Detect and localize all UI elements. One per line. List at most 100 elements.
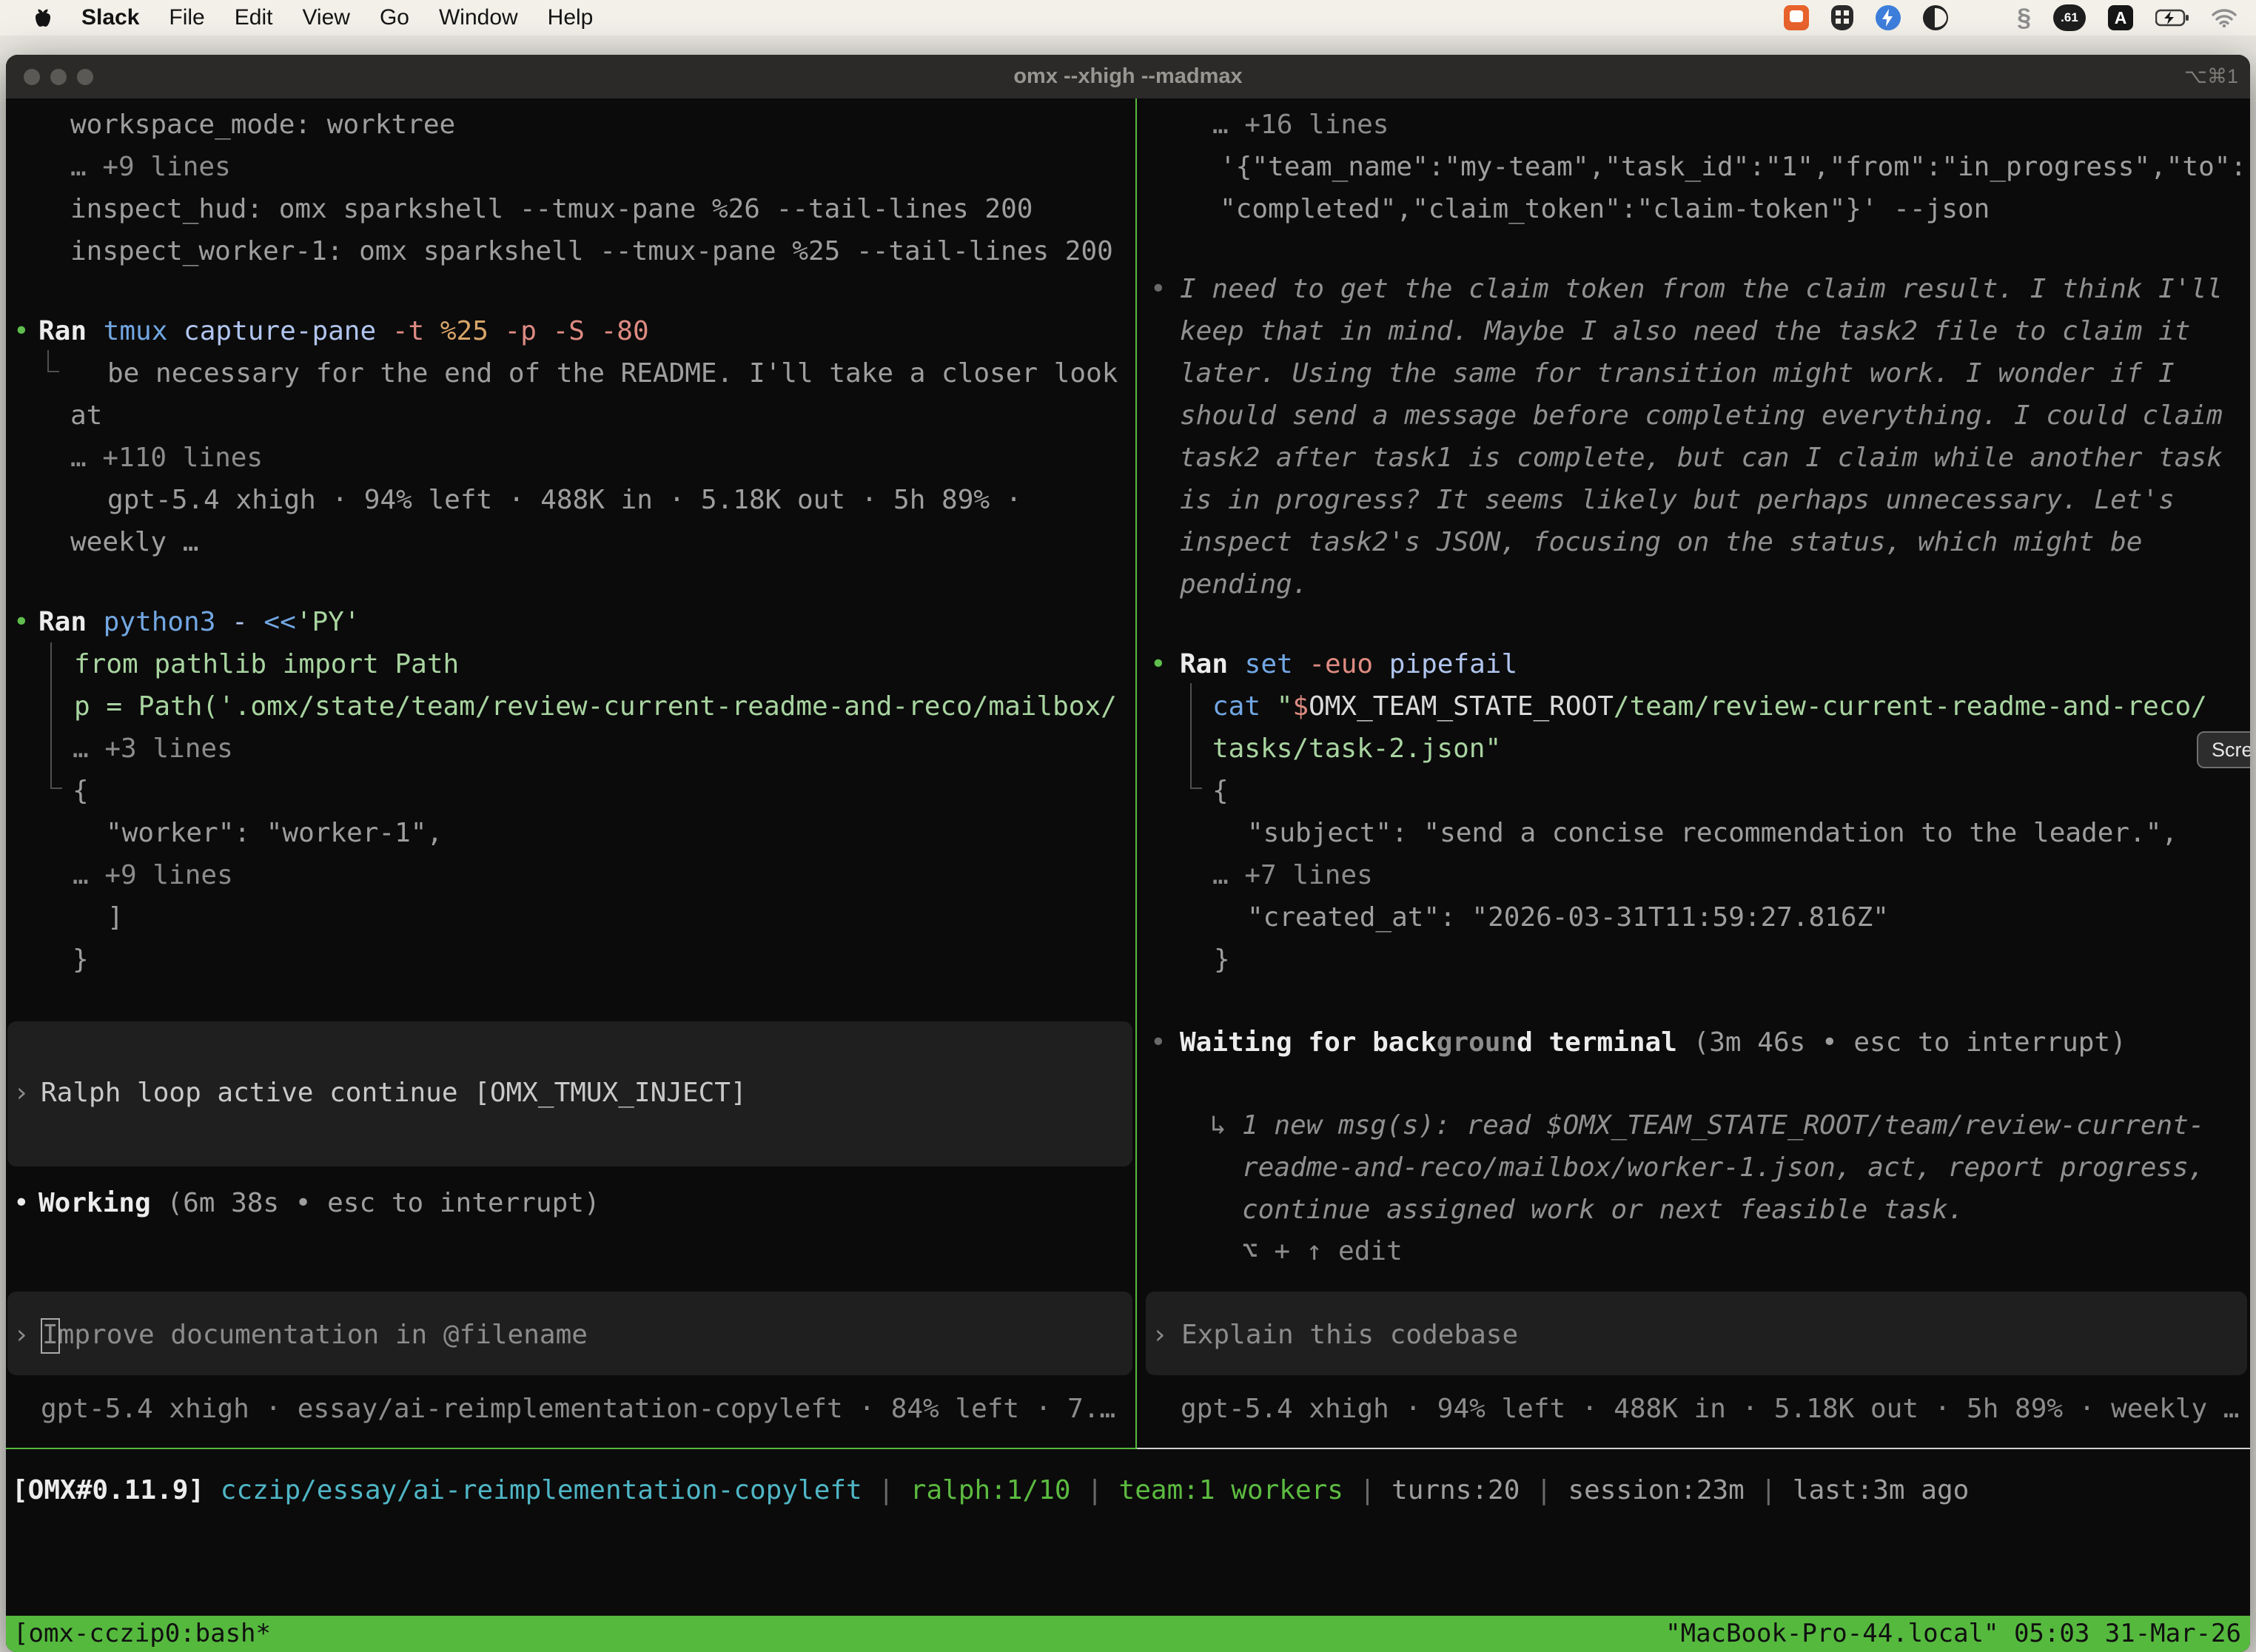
tmux-status-bar: [omx-cczip0:bash* "MacBook-Pro-44.local"… — [6, 1616, 2250, 1652]
wifi-icon[interactable] — [2212, 8, 2237, 27]
prompt-icon: › — [13, 1314, 30, 1356]
output-line: weekly … — [70, 521, 198, 563]
bullet-icon: • — [13, 1188, 30, 1218]
code-line: tasks/task-2.json" — [1212, 728, 1501, 770]
output-connector — [47, 350, 49, 372]
terminal-window: omx --xhigh --madmax ⌥⌘1 workspace_mode:… — [6, 55, 2250, 1652]
code-line: from pathlib import Path — [74, 643, 459, 685]
bullet-icon: • — [1150, 274, 1166, 304]
ran-tmux-command: •Ran tmux capture-pane -t %25 -p -S -80 — [13, 310, 30, 352]
bullet-icon: • — [13, 607, 30, 637]
window-titlebar: omx --xhigh --madmax ⌥⌘1 — [6, 55, 2250, 98]
mailbox-message: ↳1 new msg(s): read $OMX_TEAM_STATE_ROOT… — [1210, 1104, 1226, 1146]
ralph-loop-banner: › Ralph loop active continue [OMX_TMUX_I… — [7, 1021, 1132, 1166]
menu-view[interactable]: View — [302, 5, 349, 30]
code-line: p = Path('.omx/state/team/review-current… — [74, 685, 1117, 728]
prompt-icon: › — [1152, 1314, 1168, 1356]
omx-hud-status: [OMX#0.11.9] cczip/essay/ai-reimplementa… — [12, 1469, 1969, 1511]
session-status-left: gpt-5.4 xhigh · essay/ai-reimplementatio… — [41, 1388, 1115, 1430]
output-connector — [50, 642, 52, 789]
output-line: gpt-5.4 xhigh · 94% left · 488K in · 5.1… — [107, 479, 1021, 521]
menu-go[interactable]: Go — [380, 5, 409, 30]
menu-window[interactable]: Window — [439, 5, 518, 30]
tmux-host-clock: "MacBook-Pro-44.local" 05:03 31-Mar-26 — [1665, 1616, 2241, 1652]
output-line: "subject": "send a concise recommendatio… — [1247, 812, 2178, 854]
window-title: omx --xhigh --madmax — [6, 55, 2250, 98]
ran-python-command: •Ran python3 - <<'PY' — [13, 601, 30, 643]
collapsed-lines: … +16 lines — [1212, 104, 1389, 146]
inactive-pane-border — [1137, 1448, 2250, 1449]
output-line: inspect_hud: omx sparkshell --tmux-pane … — [70, 188, 1033, 230]
session-status-right: gpt-5.4 xhigh · 94% left · 488K in · 5.1… — [1181, 1388, 2239, 1430]
thinking-line: keep that in mind. Maybe I also need the… — [1180, 310, 2190, 352]
working-status: •Working (6m 38s • esc to interrupt) — [13, 1182, 30, 1224]
thinking-paragraph: •I need to get the claim token from the … — [1150, 268, 1166, 310]
tmux-session-name[interactable]: [omx-cczip0:bash* — [13, 1616, 271, 1652]
menu-help[interactable]: Help — [548, 5, 594, 30]
output-line: be necessary for the end of the README. … — [107, 352, 1118, 394]
input-placeholder: Improve documentation in @filename — [42, 1314, 588, 1356]
apple-icon[interactable] — [34, 7, 52, 28]
blue-bolt-icon[interactable] — [1876, 5, 1901, 30]
waiting-status: •Waiting for background terminal (3m 46s… — [1150, 1021, 1166, 1064]
thinking-line: inspect task2's JSON, focusing on the st… — [1180, 521, 2142, 563]
menu-app-name[interactable]: Slack — [81, 5, 139, 30]
pane-divider[interactable] — [1135, 98, 1137, 1449]
terminal-content: workspace_mode: worktree … +9 lines insp… — [6, 98, 2250, 1652]
output-connector — [1190, 683, 1192, 789]
menu-edit[interactable]: Edit — [235, 5, 273, 30]
output-line: "completed","claim_token":"claim-token"}… — [1220, 188, 1990, 230]
dark-crescent-icon[interactable] — [1923, 5, 1948, 30]
text-cursor — [41, 1318, 60, 1354]
output-line: workspace_mode: worktree — [70, 104, 455, 146]
output-connector — [50, 788, 62, 789]
battery-icon[interactable] — [2155, 9, 2189, 27]
thinking-line: later. Using the same for transition mig… — [1180, 352, 2175, 394]
thinking-line: is in progress? It seems likely but perh… — [1180, 479, 2175, 521]
prompt-icon: › — [13, 1072, 30, 1114]
dots-grid-icon[interactable] — [1970, 6, 1995, 30]
output-line: "created_at": "2026-03-31T11:59:27.816Z" — [1247, 896, 1889, 939]
output-line: { — [73, 770, 89, 812]
collapsed-lines: … +9 lines — [73, 854, 233, 896]
output-line: ] — [107, 896, 124, 939]
output-line: "worker": "worker-1", — [106, 812, 443, 854]
collapsed-lines: … +7 lines — [1212, 854, 1373, 896]
bullet-icon: • — [1150, 649, 1166, 679]
mailbox-message-line: readme-and-reco/mailbox/worker-1.json, a… — [1242, 1146, 2204, 1189]
output-line: inspect_worker-1: omx sparkshell --tmux-… — [70, 230, 1113, 272]
menu-bar: Slack File Edit View Go Window Help § .6… — [0, 0, 2256, 36]
shield-grid-icon[interactable] — [1831, 5, 1853, 30]
collapsed-lines: … +3 lines — [73, 728, 233, 770]
collapsed-lines: … +110 lines — [70, 437, 263, 479]
output-line: { — [1212, 770, 1229, 812]
chat-app-icon[interactable] — [1784, 5, 1809, 30]
keychain-icon[interactable]: § — [2017, 4, 2031, 33]
output-connector — [47, 371, 59, 372]
ran-set-command: •Ran set -euo pipefail — [1150, 643, 1166, 685]
active-pane-border — [6, 1448, 1135, 1449]
output-line: '{"team_name":"my-team","task_id":"1","f… — [1220, 146, 2246, 188]
thinking-line: should send a message before completing … — [1180, 394, 2223, 437]
output-line: } — [1214, 939, 1230, 981]
thinking-line: task2 after task1 is complete, but can I… — [1180, 437, 2223, 479]
collapsed-lines: … +9 lines — [70, 146, 231, 188]
window-shortcut: ⌥⌘1 — [2184, 55, 2238, 98]
input-placeholder: Explain this codebase — [1181, 1314, 1518, 1356]
screen-tooltip: Scre — [2197, 731, 2250, 768]
thinking-line: pending. — [1180, 563, 1308, 605]
prompt-input-left[interactable]: › Improve documentation in @filename — [7, 1292, 1132, 1375]
mailbox-message-line: continue assigned work or next feasible … — [1242, 1189, 1964, 1231]
output-line: } — [73, 939, 89, 981]
edit-hint: ⌥ + ↑ edit — [1242, 1230, 1403, 1272]
arrow-icon: ↳ — [1210, 1110, 1226, 1141]
code-line: cat "$OMX_TEAM_STATE_ROOT/team/review-cu… — [1212, 685, 2207, 728]
prompt-input-right[interactable]: › Explain this codebase — [1146, 1292, 2247, 1375]
badge-61-icon[interactable]: .61 — [2053, 4, 2086, 31]
bullet-icon: • — [1150, 1027, 1166, 1058]
bullet-icon: • — [13, 316, 30, 346]
output-connector — [1190, 788, 1202, 789]
input-source-icon[interactable]: A — [2108, 5, 2133, 30]
menu-file[interactable]: File — [169, 5, 204, 30]
ralph-loop-text: Ralph loop active continue [OMX_TMUX_INJ… — [41, 1072, 747, 1114]
